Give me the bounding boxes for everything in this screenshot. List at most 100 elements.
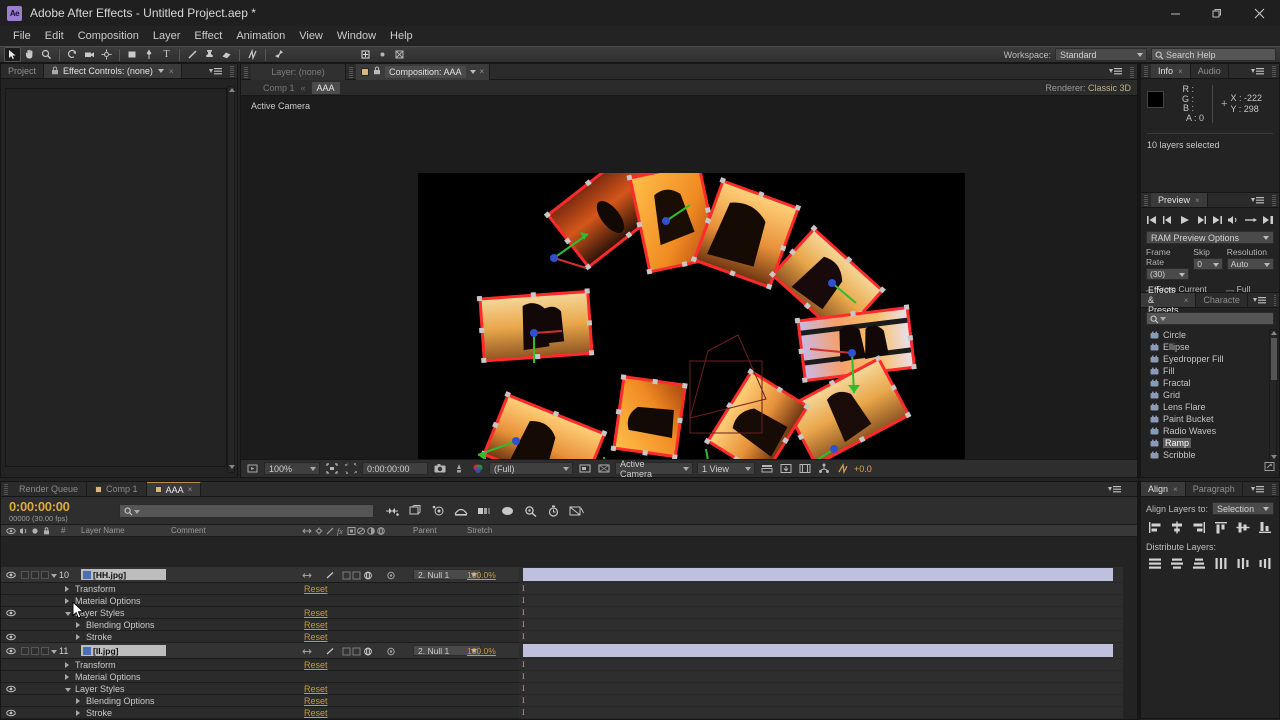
graph-editor-icon[interactable] [499, 503, 515, 518]
panel-grip[interactable] [230, 66, 234, 77]
tab-composition-aaa[interactable]: Composition: AAA × [356, 63, 491, 80]
chevron-down-icon[interactable] [1160, 317, 1166, 321]
take-snapshot-icon[interactable] [432, 462, 447, 476]
preview-resolution-select[interactable]: Auto [1226, 258, 1275, 270]
next-frame-icon[interactable] [1195, 215, 1207, 225]
expand-triangle-icon[interactable] [65, 586, 69, 592]
comp-timecode-display[interactable]: 0:00:00:00 [362, 462, 428, 475]
toggle-mask-paths-icon[interactable] [596, 462, 611, 476]
expand-triangle-icon[interactable] [65, 662, 69, 668]
tab-render-queue[interactable]: Render Queue [11, 482, 88, 496]
visibility-eye-icon[interactable] [6, 709, 16, 718]
property-name[interactable]: Transform [75, 660, 116, 670]
reset-link[interactable]: Reset [304, 696, 328, 706]
roto-brush-tool[interactable] [244, 47, 261, 62]
eraser-tool[interactable] [218, 47, 235, 62]
tab-aaa[interactable]: AAA × [146, 482, 202, 496]
reset-link[interactable]: Reset [304, 620, 328, 630]
breadcrumb-comp1[interactable]: Comp 1 [263, 83, 295, 93]
header-comment[interactable]: Comment [171, 526, 206, 535]
effect-list-item[interactable]: Ellipse [1143, 341, 1267, 353]
expand-triangle-icon[interactable] [65, 688, 71, 692]
tab-layer-none[interactable]: Layer: (none) [251, 63, 346, 80]
menu-item-file[interactable]: File [6, 28, 38, 44]
timeline-property-track[interactable]: I [519, 607, 1123, 619]
puppet-pin-tool[interactable] [270, 47, 287, 62]
zoom-tool[interactable] [38, 47, 55, 62]
stretch-value[interactable]: 100.0% [467, 570, 496, 580]
breadcrumb-aaa[interactable]: AAA [311, 81, 340, 94]
panel-grip[interactable] [244, 67, 248, 78]
close-button[interactable] [1238, 0, 1280, 26]
expand-triangle-icon[interactable] [65, 612, 71, 616]
visibility-eye-icon[interactable] [6, 647, 16, 656]
close-icon[interactable]: × [1195, 196, 1200, 205]
align-top-icon[interactable] [1213, 520, 1230, 535]
distribute-bottom-icon[interactable] [1190, 556, 1207, 571]
tab-project[interactable]: Project [1, 64, 45, 78]
menu-item-edit[interactable]: Edit [38, 28, 71, 44]
menu-item-layer[interactable]: Layer [146, 28, 188, 44]
close-icon[interactable]: × [1173, 485, 1178, 494]
current-time-display[interactable]: 0:00:00:00 00000 (30.00 fps) [1, 499, 119, 523]
search-help-input[interactable]: Search Help [1151, 48, 1276, 61]
timeline-property-row[interactable]: Stroke Reset [1, 631, 519, 643]
scroll-up-icon[interactable] [1271, 331, 1277, 337]
menu-item-animation[interactable]: Animation [229, 28, 292, 44]
timeline-layer-row[interactable]: 10 [HH.jpg] 2. Null 1 100.0% [1, 567, 519, 583]
property-name[interactable]: Transform [75, 584, 116, 594]
auto-keyframe-icon[interactable] [545, 503, 561, 518]
panel-grip[interactable] [1130, 67, 1134, 78]
close-icon[interactable]: × [1184, 296, 1189, 305]
play-icon[interactable] [1179, 215, 1191, 225]
region-of-interest-toggle[interactable] [577, 462, 592, 476]
minimize-button[interactable] [1154, 0, 1196, 26]
menu-item-view[interactable]: View [292, 28, 330, 44]
unified-camera-tool[interactable] [81, 47, 98, 62]
composition-mini-flowchart-icon[interactable] [384, 503, 400, 518]
clone-stamp-tool[interactable] [201, 47, 218, 62]
hide-shy-layers-icon[interactable] [430, 503, 446, 518]
lock-switch[interactable] [41, 647, 49, 655]
reset-link[interactable]: Reset [304, 584, 328, 594]
menu-item-window[interactable]: Window [330, 28, 383, 44]
exposure-value[interactable]: +0.0 [854, 464, 872, 474]
layer-name[interactable]: [HH.jpg] [81, 569, 166, 580]
solo-switch[interactable] [31, 571, 39, 579]
zoom-level-select[interactable]: 100% [264, 462, 320, 475]
menu-item-effect[interactable]: Effect [187, 28, 229, 44]
panel-grip[interactable] [4, 484, 8, 495]
tab-effect-controls[interactable]: Effect Controls: (none) × [44, 64, 182, 78]
visibility-eye-icon[interactable] [6, 633, 16, 642]
menu-item-help[interactable]: Help [383, 28, 420, 44]
restore-button[interactable] [1196, 0, 1238, 26]
prev-frame-icon[interactable] [1162, 215, 1174, 225]
timeline-property-track[interactable]: I [519, 659, 1123, 671]
menu-item-composition[interactable]: Composition [71, 28, 146, 44]
effects-panel-menu[interactable] [1248, 293, 1271, 307]
timeline-layer-list[interactable]: 10 [HH.jpg] 2. Null 1 100.0% Transform Reset M… [1, 567, 519, 719]
expand-triangle-icon[interactable] [51, 574, 57, 578]
brainstorm-icon[interactable] [522, 503, 538, 518]
panel-grip[interactable] [349, 67, 353, 78]
scroll-down-icon[interactable] [229, 465, 235, 471]
solo-switch[interactable] [31, 647, 39, 655]
tab-align[interactable]: Align × [1141, 482, 1186, 496]
tab-paragraph[interactable]: Paragraph [1185, 482, 1243, 496]
fast-previews-icon[interactable] [778, 462, 793, 476]
distribute-top-icon[interactable] [1146, 556, 1163, 571]
chevron-down-icon[interactable] [157, 69, 164, 73]
close-icon[interactable]: × [188, 485, 193, 494]
property-name[interactable]: Blending Options [86, 620, 155, 630]
always-preview-icon[interactable] [245, 462, 260, 476]
close-icon[interactable]: × [169, 67, 174, 76]
distribute-left-icon[interactable] [1213, 556, 1230, 571]
align-vertical-center-icon[interactable] [1235, 520, 1252, 535]
reset-link[interactable]: Reset [304, 660, 328, 670]
timeline-graph-area[interactable]: IIIIIIIIIIIII [519, 567, 1123, 719]
frame-rate-select[interactable]: (30) [1146, 268, 1190, 280]
align-right-icon[interactable] [1190, 520, 1207, 535]
reset-link[interactable]: Reset [304, 684, 328, 694]
type-tool[interactable]: T [158, 47, 175, 62]
lock-icon[interactable] [373, 66, 381, 78]
